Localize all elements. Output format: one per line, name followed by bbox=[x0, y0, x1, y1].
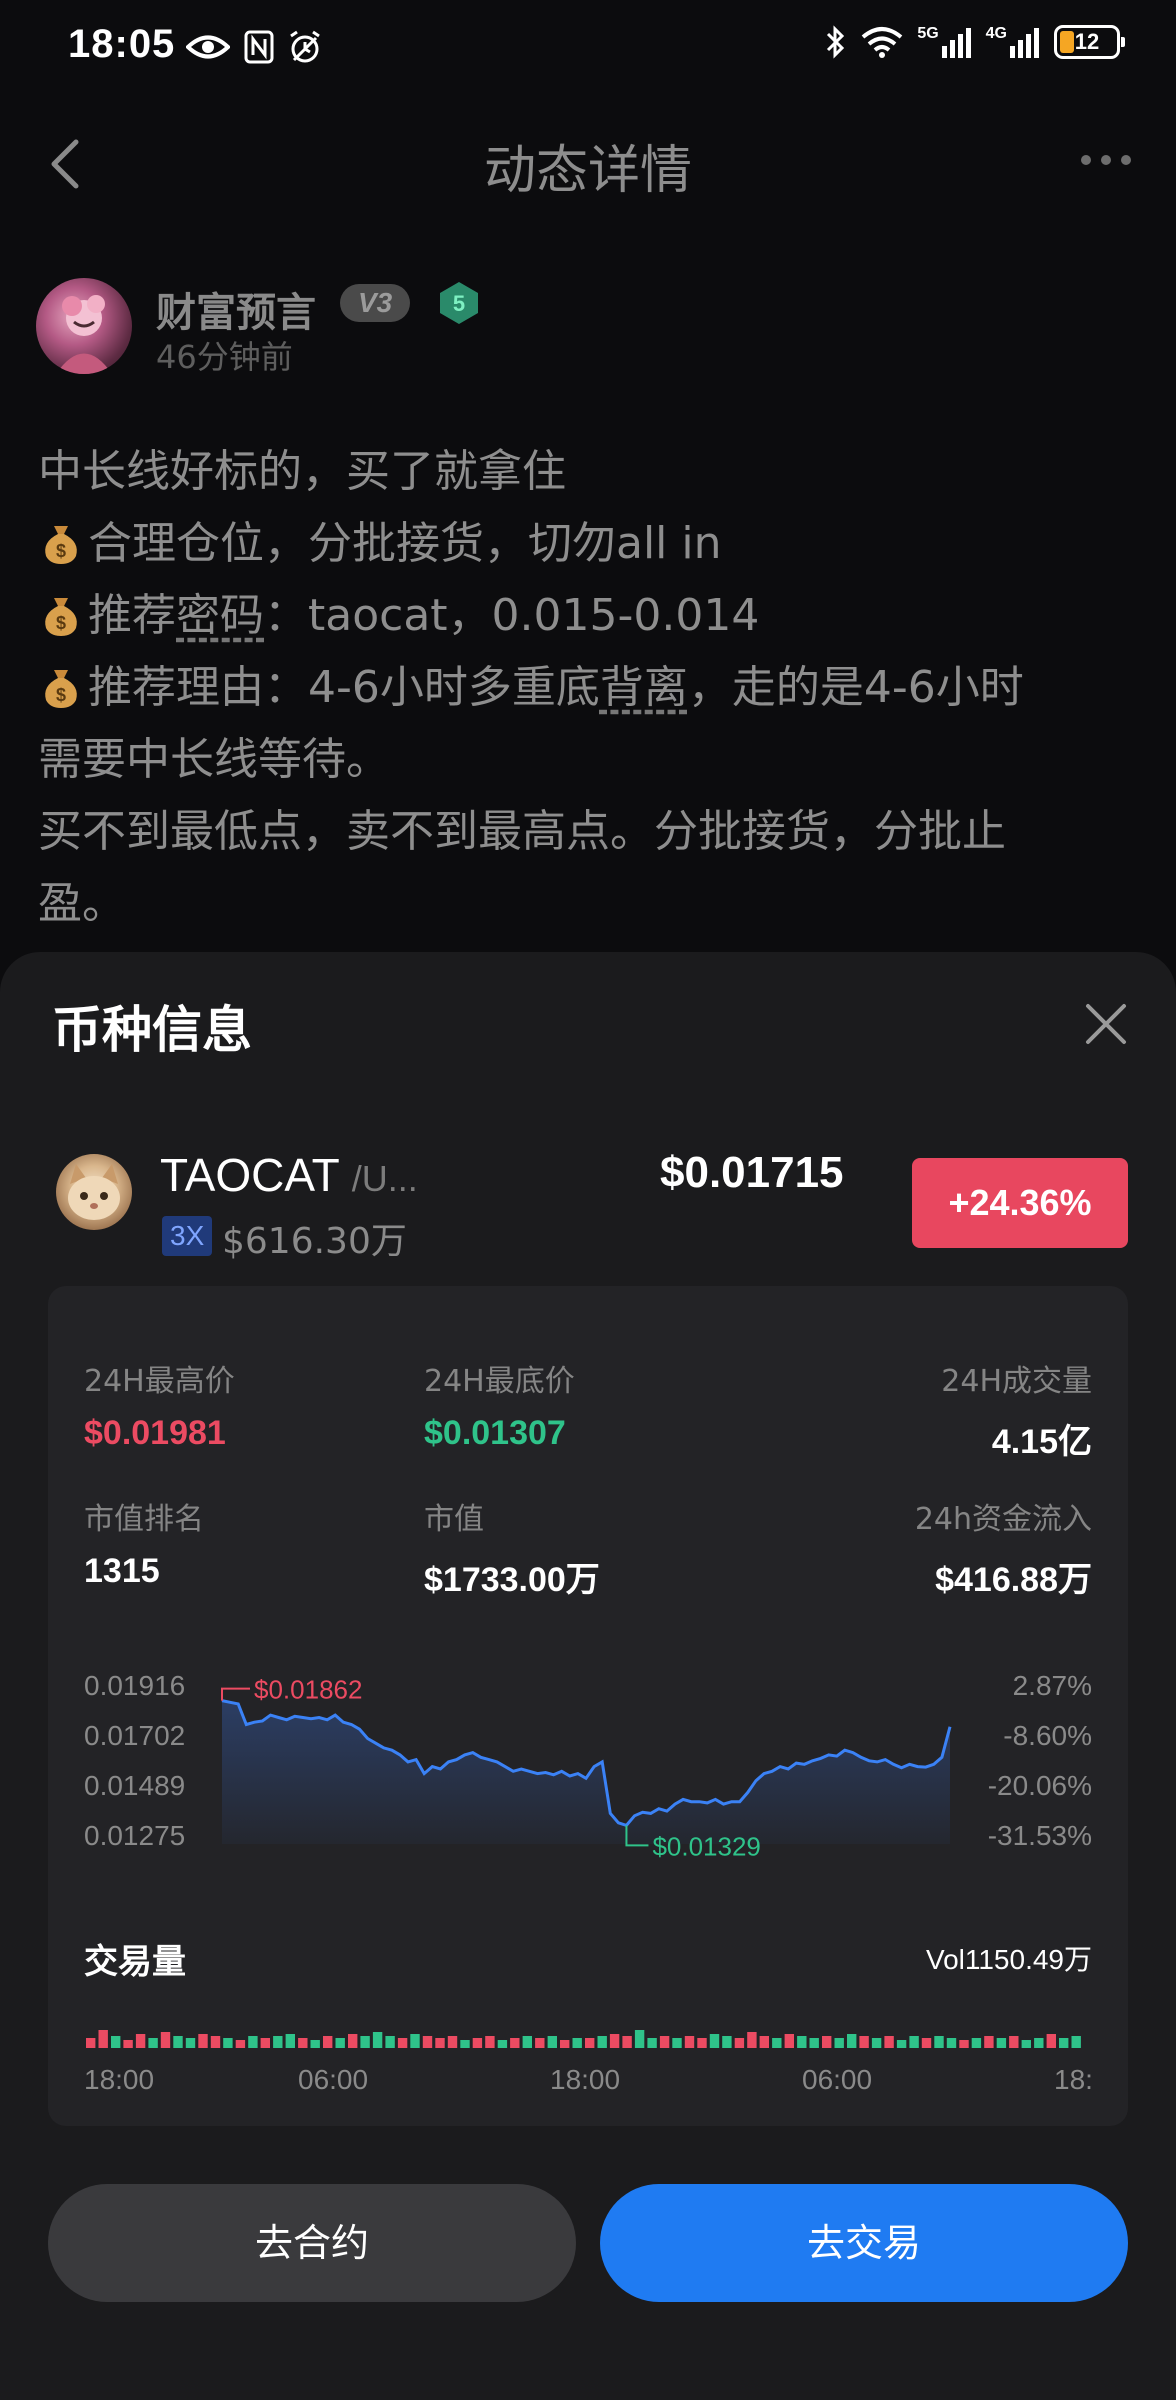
volume-bar bbox=[323, 2036, 333, 2048]
volume-bar bbox=[822, 2036, 832, 2048]
go-contract-button[interactable]: 去合约 bbox=[48, 2184, 576, 2302]
volume-bar bbox=[884, 2036, 894, 2048]
volume-bar bbox=[959, 2040, 969, 2048]
volume-bar bbox=[510, 2038, 520, 2048]
volume-bar bbox=[173, 2036, 183, 2048]
volume-bar bbox=[634, 2030, 645, 2048]
volume-bar bbox=[410, 2034, 420, 2048]
volume-bar bbox=[609, 2034, 620, 2048]
volume-bar bbox=[160, 2032, 171, 2048]
volume-bar bbox=[372, 2032, 383, 2048]
x-tick: 18:00 bbox=[550, 2064, 621, 2095]
volume-bar bbox=[971, 2038, 982, 2048]
x-tick: 06:00 bbox=[298, 2064, 369, 2095]
volume-bar bbox=[260, 2038, 270, 2048]
volume-bar bbox=[447, 2036, 458, 2048]
volume-bar bbox=[797, 2036, 807, 2048]
volume-bar bbox=[235, 2040, 246, 2048]
volume-bar bbox=[560, 2040, 570, 2048]
volume-bar bbox=[210, 2036, 221, 2048]
volume-bar bbox=[747, 2032, 757, 2048]
volume-bar bbox=[185, 2038, 196, 2048]
volume-bar bbox=[335, 2038, 345, 2048]
go-trade-button[interactable]: 去交易 bbox=[600, 2184, 1128, 2302]
volume-bar bbox=[485, 2036, 495, 2048]
volume-bar bbox=[123, 2040, 133, 2048]
volume-bar bbox=[1034, 2038, 1044, 2048]
volume-bar bbox=[422, 2036, 433, 2048]
volume-bar bbox=[535, 2038, 545, 2048]
volume-bar bbox=[847, 2034, 857, 2048]
volume-bar bbox=[248, 2036, 258, 2048]
volume-bar bbox=[547, 2036, 557, 2048]
volume-bar bbox=[1046, 2034, 1056, 2048]
volume-bar bbox=[996, 2038, 1007, 2048]
x-tick: 06:00 bbox=[802, 2064, 873, 2095]
volume-bar bbox=[722, 2036, 732, 2048]
volume-bar bbox=[709, 2034, 720, 2048]
volume-bar bbox=[647, 2038, 657, 2048]
volume-bar bbox=[921, 2038, 932, 2048]
volume-bar bbox=[871, 2038, 882, 2048]
volume-bar bbox=[310, 2040, 320, 2048]
volume-bar bbox=[223, 2038, 233, 2048]
volume-bar bbox=[1009, 2036, 1019, 2048]
volume-bar bbox=[1071, 2036, 1081, 2048]
volume-bar bbox=[734, 2038, 745, 2048]
volume-bar bbox=[834, 2038, 844, 2048]
volume-bar bbox=[622, 2036, 632, 2048]
volume-bar bbox=[522, 2036, 532, 2048]
volume-bar bbox=[460, 2040, 470, 2048]
volume-bar bbox=[273, 2036, 283, 2048]
volume-bar bbox=[135, 2034, 146, 2048]
volume-bar bbox=[1059, 2038, 1069, 2048]
x-tick: 18: bbox=[1054, 2064, 1093, 2095]
volume-bar bbox=[759, 2036, 769, 2048]
volume-bar bbox=[385, 2036, 395, 2048]
volume-bar bbox=[896, 2040, 907, 2048]
volume-bar bbox=[597, 2036, 607, 2048]
volume-bar bbox=[86, 2038, 96, 2048]
volume-chart bbox=[86, 2030, 1081, 2048]
volume-bar bbox=[659, 2036, 670, 2048]
volume-bar bbox=[285, 2034, 295, 2048]
volume-bar bbox=[148, 2038, 158, 2048]
x-tick: 18:00 bbox=[84, 2064, 155, 2095]
volume-bar bbox=[98, 2030, 108, 2048]
volume-bar bbox=[397, 2038, 408, 2048]
volume-bar bbox=[697, 2038, 707, 2048]
volume-bar bbox=[672, 2038, 682, 2048]
volume-bar bbox=[772, 2038, 782, 2048]
volume-bar bbox=[909, 2036, 919, 2048]
volume-bar bbox=[348, 2034, 358, 2048]
volume-bar bbox=[859, 2036, 869, 2048]
volume-bar bbox=[984, 2036, 994, 2048]
volume-bar bbox=[198, 2034, 208, 2048]
volume-bar bbox=[111, 2036, 121, 2048]
volume-bar bbox=[934, 2036, 944, 2048]
volume-bar bbox=[946, 2038, 957, 2048]
volume-bar bbox=[298, 2038, 308, 2048]
volume-bar bbox=[784, 2034, 794, 2048]
volume-bar bbox=[572, 2038, 582, 2048]
volume-bar bbox=[809, 2038, 819, 2048]
volume-bar bbox=[1021, 2040, 1031, 2048]
volume-bar bbox=[684, 2036, 695, 2048]
volume-bar bbox=[472, 2038, 483, 2048]
volume-bar bbox=[585, 2038, 595, 2048]
volume-bar bbox=[360, 2036, 370, 2048]
volume-bar bbox=[497, 2040, 508, 2048]
volume-bar bbox=[435, 2038, 445, 2048]
